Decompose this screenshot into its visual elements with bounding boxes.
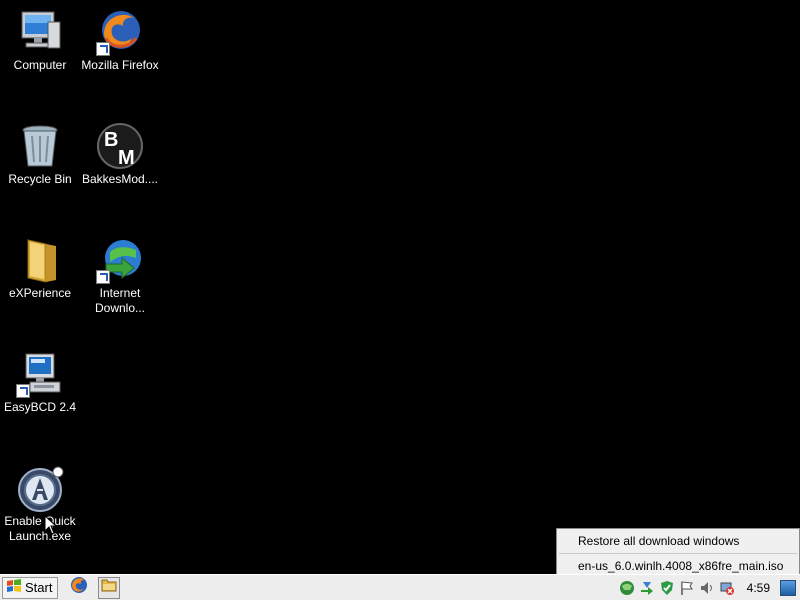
- desktop: Computer Mozilla Firefox Recycle Bin B M…: [0, 0, 800, 574]
- taskbar: Start 4:59: [0, 574, 800, 600]
- download-icon[interactable]: [639, 580, 655, 596]
- recycle-bin-icon: [16, 122, 64, 170]
- quicklaunch-firefox[interactable]: [68, 577, 90, 599]
- firefox-icon: [96, 8, 144, 56]
- flag-icon[interactable]: [679, 580, 695, 596]
- quicklaunch-explorer[interactable]: [98, 576, 121, 599]
- start-button[interactable]: Start: [2, 576, 59, 599]
- start-label: Start: [25, 580, 53, 595]
- shield-icon[interactable]: [659, 580, 675, 596]
- desktop-icon-label: eXPerience: [8, 286, 72, 300]
- shortcut-arrow-icon: [96, 270, 110, 284]
- mouse-cursor-icon: [44, 515, 58, 535]
- desktop-icon-label: Recycle Bin: [8, 172, 72, 186]
- desktop-icon-firefox[interactable]: Mozilla Firefox: [81, 0, 159, 73]
- menu-item-restore-all-download-windows[interactable]: Restore all download windows: [557, 529, 799, 553]
- desktop-icon-label: EasyBCD 2.4: [3, 400, 77, 414]
- desktop-icon-computer[interactable]: Computer: [1, 0, 79, 73]
- desktop-icon-internet-download[interactable]: Internet Downlo...: [81, 228, 159, 316]
- windows-logo-icon: [6, 579, 22, 596]
- folder-icon: [101, 577, 117, 598]
- show-desktop-button[interactable]: [780, 579, 796, 596]
- svg-text:B: B: [104, 129, 118, 151]
- easybcd-icon: [16, 350, 64, 398]
- no-connection-icon[interactable]: [719, 580, 735, 596]
- desktop-icon-easybcd[interactable]: EasyBCD 2.4: [1, 342, 79, 415]
- desktop-icon-recycle-bin[interactable]: Recycle Bin: [1, 114, 79, 187]
- clock[interactable]: 4:59: [739, 581, 776, 595]
- desktop-icon-label: Computer: [13, 58, 67, 72]
- desktop-icon-label: Enable Quick Launch.exe: [4, 514, 76, 543]
- bakkesmod-icon: B M: [96, 122, 144, 170]
- shortcut-arrow-icon: [16, 384, 30, 398]
- firefox-icon: [70, 576, 88, 599]
- desktop-icon-bakkesmod[interactable]: B M BakkesMod....: [81, 114, 159, 187]
- volume-icon[interactable]: [699, 580, 715, 596]
- svg-text:M: M: [118, 147, 135, 169]
- autoit-script-icon: [16, 464, 64, 512]
- desktop-icon-label: Internet Downlo...: [94, 286, 146, 315]
- desktop-icon-experience[interactable]: eXPerience: [1, 228, 79, 301]
- computer-icon: [16, 8, 64, 56]
- desktop-icon-enable-quick-launch[interactable]: Enable Quick Launch.exe: [1, 456, 79, 544]
- desktop-icon-label: BakkesMod....: [81, 172, 159, 186]
- tray-context-menu: Restore all download windows en-us_6.0.w…: [556, 528, 800, 580]
- internet-download-manager-icon: [96, 236, 144, 284]
- shortcut-arrow-icon: [96, 42, 110, 56]
- network-icon[interactable]: [619, 580, 635, 596]
- system-tray: 4:59: [619, 577, 800, 599]
- desktop-icon-label: Mozilla Firefox: [81, 58, 159, 72]
- folder-icon: [16, 236, 64, 284]
